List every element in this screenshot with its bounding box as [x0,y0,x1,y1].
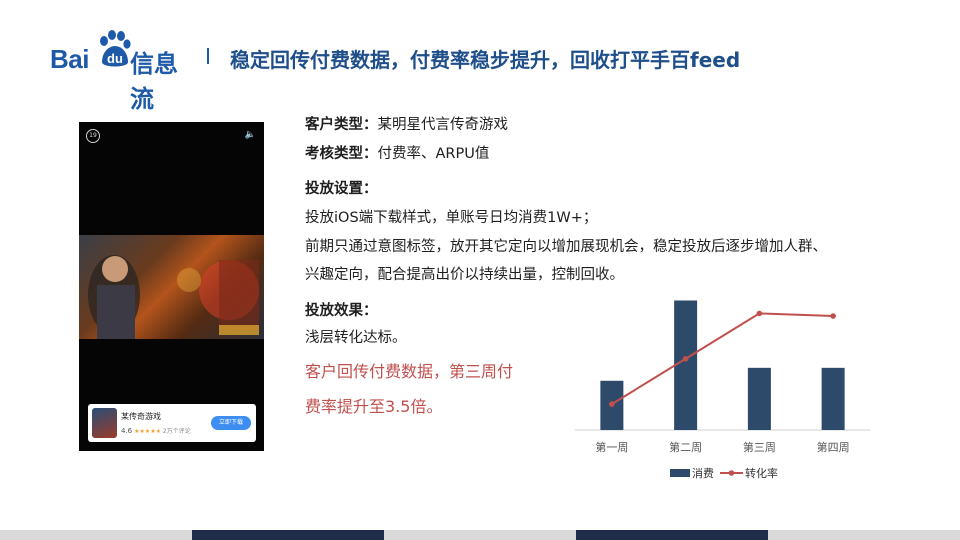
legend-spend-swatch [670,469,690,477]
logo-du-text: du [107,51,123,66]
footer-bar-gray-3 [768,530,960,540]
download-button[interactable]: 立即下载 [211,416,251,430]
highlight-line-2: 费率提升至3.5倍。 [305,397,443,416]
bar-spend-2 [674,300,698,430]
kpi-value: 付费率、ARPU值 [377,146,490,162]
video-timer-badge: 19 [86,129,100,143]
customer-type-value: 某明星代言传奇游戏 [377,117,509,133]
point-conversion-1 [609,401,615,407]
line-conversion-rate [611,312,834,405]
baidu-feed-logo: Bai du 信息流 [50,30,200,113]
x-tick-label-1: 第一周 [595,440,628,454]
app-name: 某传奇游戏 [121,412,161,421]
footer-bar-navy-1 [192,530,384,540]
bar-spend-4 [821,367,845,430]
star-rating-icon: ★★★★★ [134,428,161,435]
logo-bai-text: Bai [50,44,89,74]
app-review-count: 2万个评论 [162,428,191,435]
legend-spend-label: 消费 [692,466,714,480]
x-tick-label-3: 第三周 [743,440,776,454]
game-scene-illustration [88,255,259,339]
baidu-paw-icon: du [100,30,131,67]
customer-type-label: 客户类型： [305,117,378,133]
x-tick-label-4: 第四周 [817,440,850,454]
settings-line-1: 投放iOS端下载样式，单账号日均消费1W+； [305,210,598,226]
bar-spend-3 [747,367,771,430]
app-rating-row: 4.6 ★★★★★ 2万个评论 [121,426,191,435]
game-video-frame[interactable] [79,235,264,339]
volume-icon[interactable]: 🔈 [245,130,256,140]
settings-line-2: 前期只通过意图标签，放开其它定向以增加展现机会，稳定投放后逐步增加人群、 [305,239,827,255]
header-separator [207,48,209,64]
point-conversion-2 [682,355,689,362]
customer-type-line: 客户类型：某明星代言传奇游戏 [305,113,508,134]
point-conversion-4 [830,313,836,319]
highlight-line-1: 客户回传付费数据，第三周付 [305,362,514,381]
x-tick-label-2: 第二周 [669,440,702,454]
app-icon [92,408,117,438]
page-title: 稳定回传付费数据，付费率稳步提升，回收打平手百feed [230,48,741,72]
settings-label: 投放设置： [305,181,378,197]
spend-conversion-chart: 第一周 第二周 第三周 第四周消费 转化率 [575,300,870,480]
phone-ad-preview: 19 🔈 某传奇游戏 4.6 ★★★★★ 2万个评论 立即下载 [79,122,264,451]
effect-line-1: 浅层转化达标。 [305,330,407,346]
settings-line-3: 兴趣定向，配合提高出价以持续出量，控制回收。 [305,267,624,283]
kpi-line: 考核类型：付费率、ARPU值 [305,142,489,163]
footer-bar-gray-1 [0,530,192,540]
logo-product-text: 信息流 [130,50,178,113]
legend-conversion-label: 转化率 [745,466,778,480]
footer-bar-navy-2 [576,530,768,540]
app-rating-value: 4.6 [121,427,133,435]
footer-bar-gray-2 [384,530,576,540]
legend-conversion-marker [728,470,735,476]
point-conversion-3 [756,310,763,317]
kpi-label: 考核类型： [305,146,378,162]
app-download-card[interactable]: 某传奇游戏 4.6 ★★★★★ 2万个评论 立即下载 [88,404,256,442]
effect-label: 投放效果： [305,303,378,319]
